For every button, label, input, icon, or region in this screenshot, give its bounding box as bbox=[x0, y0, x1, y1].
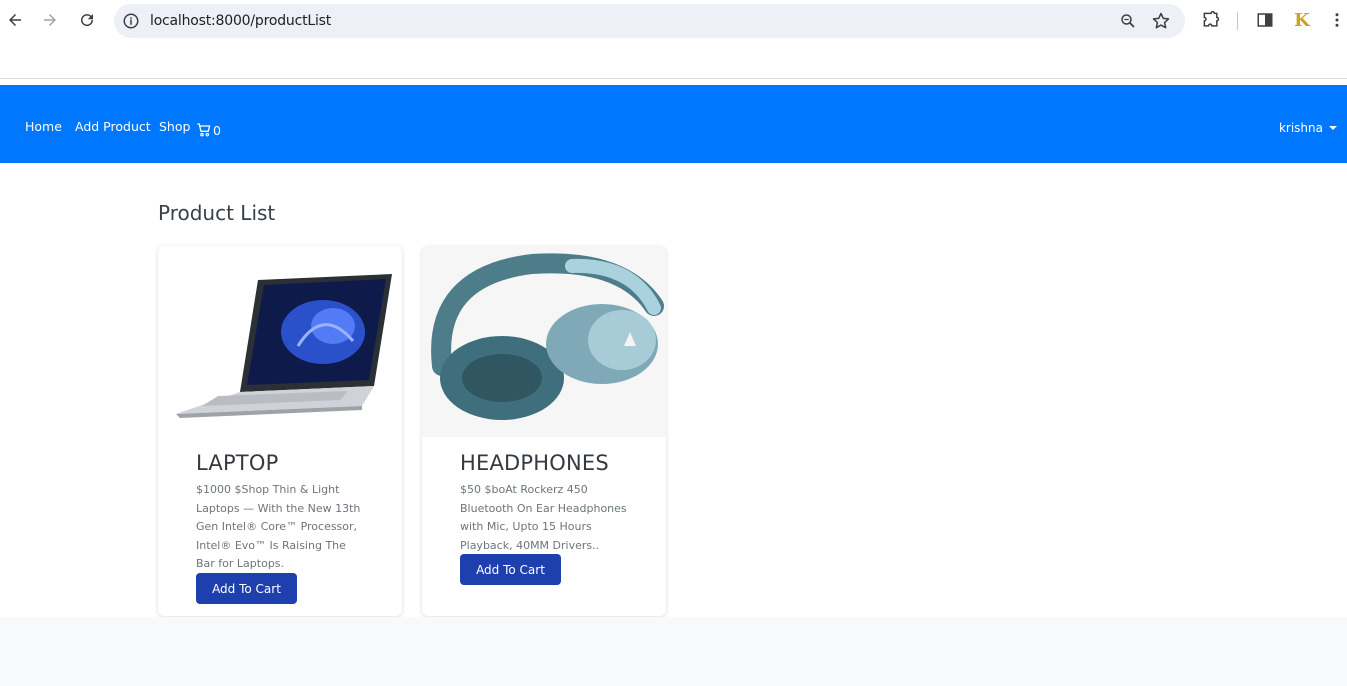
product-description: $50 $boAt Rockerz 450 Bluetooth On Ear H… bbox=[460, 483, 627, 552]
product-description: $1000 $Shop Thin & Light Laptops — With … bbox=[196, 483, 361, 570]
extensions-icon[interactable] bbox=[1201, 10, 1221, 30]
reload-icon[interactable] bbox=[76, 9, 98, 31]
address-bar[interactable]: localhost:8000/productList bbox=[114, 4, 1185, 38]
url-text[interactable]: localhost:8000/productList bbox=[150, 13, 331, 29]
cart-link[interactable]: 0 bbox=[196, 121, 221, 138]
side-panel-icon[interactable] bbox=[1255, 10, 1275, 30]
nav-home-link[interactable]: Home bbox=[25, 119, 62, 134]
add-to-cart-button[interactable]: Add To Cart bbox=[460, 554, 561, 585]
user-name: krishna bbox=[1278, 121, 1323, 135]
page-title: Product List bbox=[158, 201, 276, 225]
page-top-band bbox=[0, 42, 1347, 79]
toolbar-divider bbox=[1237, 12, 1238, 30]
profile-avatar-icon[interactable]: K bbox=[1292, 10, 1312, 32]
cart-icon bbox=[197, 122, 211, 136]
nav-shop-link[interactable]: Shop bbox=[159, 119, 190, 134]
nav-add-product-link[interactable]: Add Product bbox=[75, 119, 151, 134]
main-content: Product List LAPTOP $1000 $Shop Thin & L… bbox=[0, 163, 1347, 617]
caret-down-icon bbox=[1329, 126, 1337, 130]
app-navbar: Home Add Product Shop 0 krishna bbox=[0, 85, 1347, 163]
page-footer-area bbox=[0, 617, 1347, 686]
cart-count: 0 bbox=[213, 123, 221, 138]
site-info-icon[interactable] bbox=[122, 12, 140, 30]
back-icon[interactable] bbox=[4, 9, 26, 31]
zoom-icon[interactable] bbox=[1119, 12, 1137, 30]
bookmark-star-icon[interactable] bbox=[1151, 11, 1171, 31]
product-image-headphones bbox=[422, 246, 666, 437]
browser-toolbar: localhost:8000/productList K bbox=[0, 0, 1347, 42]
product-image-laptop bbox=[158, 246, 402, 437]
more-menu-icon[interactable] bbox=[1327, 10, 1347, 30]
product-card: LAPTOP $1000 $Shop Thin & Light Laptops … bbox=[158, 246, 402, 616]
user-dropdown[interactable]: krishna bbox=[1279, 121, 1337, 135]
product-name: HEADPHONES bbox=[460, 451, 609, 475]
product-name: LAPTOP bbox=[196, 451, 279, 475]
product-card: HEADPHONES $50 $boAt Rockerz 450 Bluetoo… bbox=[422, 246, 666, 616]
forward-icon[interactable] bbox=[39, 9, 61, 31]
add-to-cart-button[interactable]: Add To Cart bbox=[196, 573, 297, 604]
